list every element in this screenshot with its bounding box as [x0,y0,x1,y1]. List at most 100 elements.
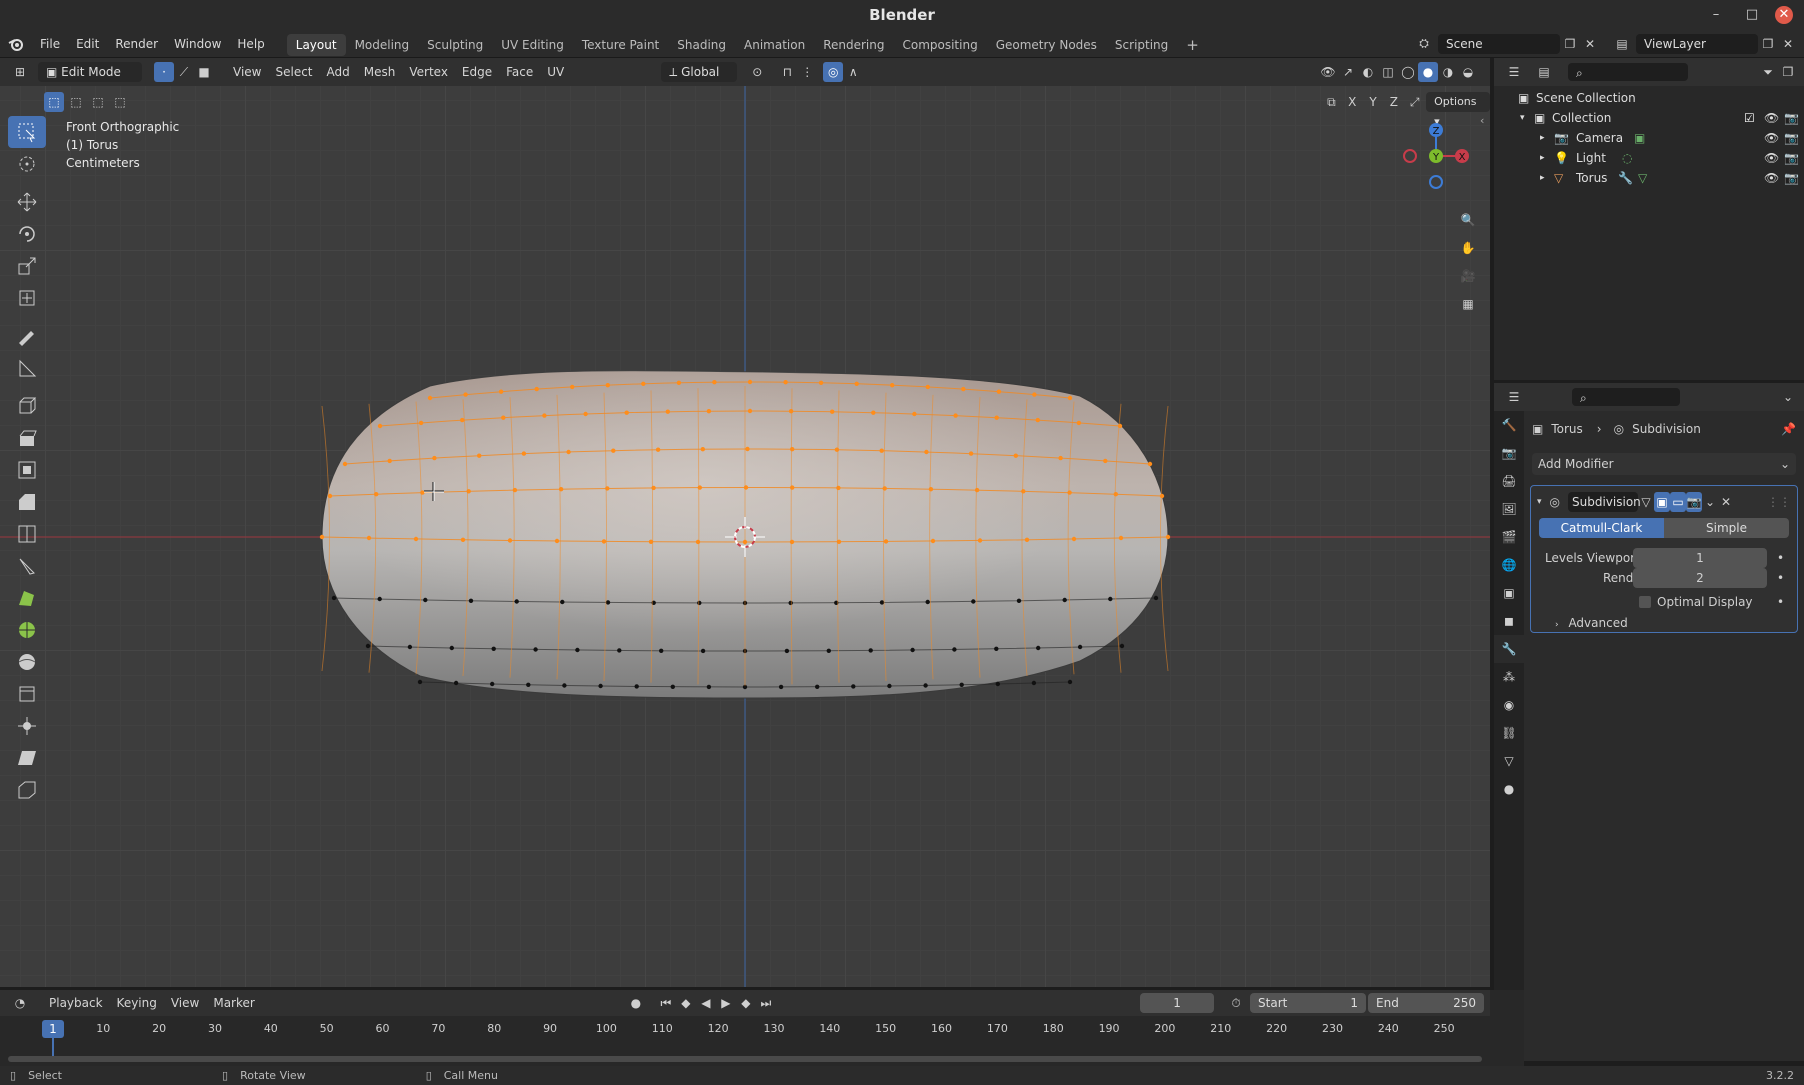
record-icon[interactable]: ● [626,993,646,1013]
remove-modifier-icon[interactable]: ✕ [1718,492,1734,512]
workspace-tab-uv-editing[interactable]: UV Editing [492,34,573,56]
edit-mode-display-icon[interactable]: ▣ [1654,492,1671,512]
workspace-tab-compositing[interactable]: Compositing [893,34,986,56]
overlay-toggle-icon[interactable]: ◐ [1358,62,1378,82]
menu-help[interactable]: Help [229,30,272,58]
edge-select-icon[interactable]: ⟋ [174,62,194,82]
view-layer-tab-icon[interactable]: 🖼 [1494,495,1524,523]
workspace-tab-sculpting[interactable]: Sculpting [418,34,492,56]
loop-cut-tool-icon[interactable] [8,518,46,550]
physics-tab-icon[interactable]: ◉ [1494,691,1524,719]
preview-range-icon[interactable]: ⏱ [1226,993,1246,1013]
workspace-tab-shading[interactable]: Shading [668,34,735,56]
display-mode-icon[interactable]: ▤ [1534,62,1554,82]
light-visibility-icon[interactable]: 👁 [1764,148,1779,168]
shear-tool-icon[interactable] [8,742,46,774]
scale-tool-icon[interactable] [8,250,46,282]
add-workspace-button[interactable]: + [1177,34,1208,56]
torus-render-icon[interactable]: 📷 [1784,168,1799,188]
outliner-item-camera[interactable]: ▸ 📷 Camera ▣ 👁 📷 [1494,128,1804,148]
torus-visibility-icon[interactable]: 👁 [1764,168,1779,188]
ortho-toggle-icon[interactable]: ▦ [1454,290,1482,318]
close-window-button[interactable]: ✕ [1775,6,1793,24]
view-layer-selector[interactable]: ViewLayer [1636,33,1758,54]
solid-shading-icon[interactable]: ● [1418,62,1438,82]
keyframe-dot-icon[interactable]: • [1777,568,1784,588]
navigation-gizmo[interactable]: Z X Y [1396,116,1476,196]
modifier-tab-icon[interactable]: 🔧 [1494,635,1524,663]
sidebar-toggle-icon[interactable]: ‹ [1480,114,1484,127]
playhead[interactable]: 1 [42,1020,64,1038]
menu-file[interactable]: File [32,30,68,58]
minimize-button[interactable]: – [1707,6,1725,24]
extrude-tool-icon[interactable] [8,422,46,454]
edge-slide-tool-icon[interactable] [8,678,46,710]
menu-render[interactable]: Render [107,30,166,58]
collection-expand-icon[interactable]: ▾ [1520,108,1525,128]
viewport-menu-view[interactable]: View [226,58,268,86]
3d-viewport[interactable]: ⬚ ⬚ ⬚ ⬚ Front Orthographic (1) Torus Cen… [0,86,1490,987]
poly-build-tool-icon[interactable] [8,582,46,614]
light-data-icon[interactable]: ◌ [1622,148,1632,168]
move-tool-icon[interactable] [8,186,46,218]
pin-icon[interactable]: 📌 [1781,422,1796,436]
mesh-canvas[interactable] [0,86,1490,987]
cursor-tool-icon[interactable] [8,148,46,180]
scene-selector[interactable]: Scene [1438,33,1560,54]
outliner-item-light[interactable]: ▸ 💡 Light ◌ 👁 📷 [1494,148,1804,168]
auto-merge-icon[interactable]: ⤢ [1405,92,1424,112]
on-cage-icon[interactable]: ▽ [1638,492,1654,512]
scene-tab-icon[interactable]: 🎬 [1494,523,1524,551]
object-tab-icon[interactable]: ◼ [1494,607,1524,635]
data-tab-icon[interactable]: ▽ [1494,747,1524,775]
workspace-tab-layout[interactable]: Layout [286,34,346,56]
add-modifier-dropdown[interactable]: Add Modifier ⌄ [1532,453,1796,475]
zoom-icon[interactable]: 🔍 [1454,206,1482,234]
material-tab-icon[interactable]: ● [1494,775,1524,803]
properties-options-icon[interactable]: ⌄ [1778,387,1798,407]
xray-toggle-icon[interactable]: ◫ [1378,62,1398,82]
outliner-editor-icon[interactable]: ☰ [1504,62,1524,82]
end-frame-field[interactable]: End 250 [1368,993,1485,1013]
annotate-tool-icon[interactable] [8,320,46,352]
filter-icon[interactable]: ⏷ [1758,62,1778,82]
delete-view-layer-icon[interactable]: ✕ [1778,34,1798,54]
transform-orientation-dropdown[interactable]: ⟂ Global [661,62,738,82]
light-expand-icon[interactable]: ▸ [1540,148,1545,168]
properties-editor-icon[interactable]: ☰ [1504,387,1524,407]
collection-checkbox[interactable]: ☑ [1744,108,1755,128]
editor-type-icon[interactable]: ⊞ [10,62,30,82]
particles-tab-icon[interactable]: ⁂ [1494,663,1524,691]
proportional-edit-icon[interactable]: ◎ [823,62,844,82]
tool-tab-icon[interactable]: 🔨 [1494,411,1524,439]
workspace-tab-geometry-nodes[interactable]: Geometry Nodes [987,34,1106,56]
collection-row[interactable]: ▾ ▣ Collection ☑ 👁 📷 [1494,108,1804,128]
camera-view-icon[interactable]: 🎥 [1454,262,1482,290]
render-display-icon[interactable]: 📷 [1686,492,1703,512]
optimal-display-checkbox[interactable] [1639,596,1651,608]
viewport-menu-select[interactable]: Select [268,58,319,86]
viewport-menu-mesh[interactable]: Mesh [357,58,403,86]
camera-data-icon[interactable]: ▣ [1634,128,1645,148]
workspace-tab-texture-paint[interactable]: Texture Paint [573,34,668,56]
mesh-data-icon[interactable]: ▽ [1638,168,1647,188]
vertex-select-icon[interactable]: · [154,62,174,82]
camera-expand-icon[interactable]: ▸ [1540,128,1545,148]
timeline-menu-keying[interactable]: Keying [110,989,164,1017]
torus-expand-icon[interactable]: ▸ [1540,168,1545,188]
rotate-tool-icon[interactable] [8,218,46,250]
spin-tool-icon[interactable] [8,614,46,646]
next-keyframe-icon[interactable]: ◆ [736,993,756,1013]
jump-end-icon[interactable]: ⏭ [756,993,776,1013]
properties-search-input[interactable]: ⌕ [1572,388,1680,406]
mirror-y-toggle[interactable]: Y [1364,92,1383,112]
play-reverse-icon[interactable]: ◀ [696,993,716,1013]
workspace-tab-scripting[interactable]: Scripting [1106,34,1177,56]
catmull-clark-button[interactable]: Catmull-Clark [1539,518,1664,538]
rip-region-tool-icon[interactable] [8,774,46,806]
knife-tool-icon[interactable] [8,550,46,582]
options-dropdown[interactable]: Options ▾ [1426,92,1490,128]
mirror-icon[interactable]: ⧉ [1322,92,1341,112]
bevel-tool-icon[interactable] [8,486,46,518]
workspace-tab-rendering[interactable]: Rendering [814,34,893,56]
